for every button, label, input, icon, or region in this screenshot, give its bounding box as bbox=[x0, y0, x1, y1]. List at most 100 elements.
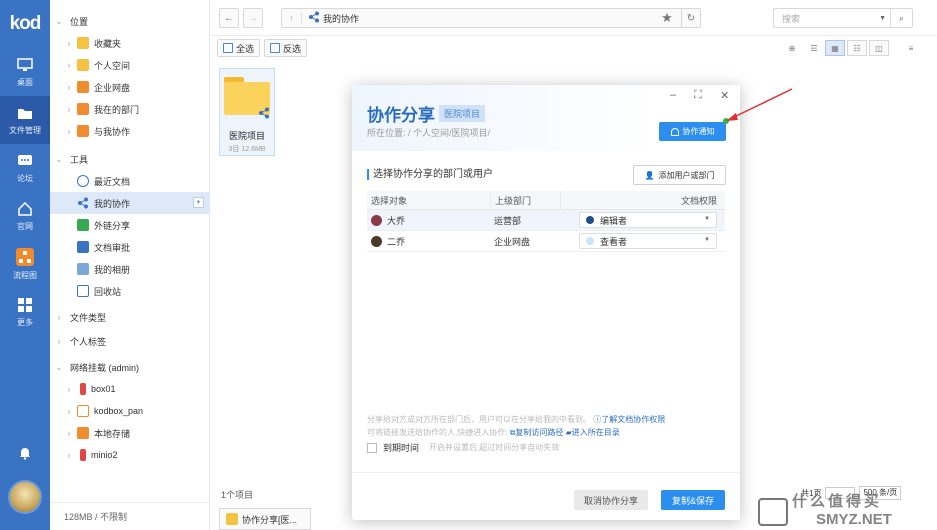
nav-item-file-manager[interactable]: 文件管理 bbox=[0, 96, 50, 144]
permission-select[interactable]: 编辑者 ▼ bbox=[579, 212, 717, 228]
tree-section-label: 网络挂载 (admin) bbox=[70, 362, 140, 373]
tree-section-personal-tags[interactable]: › 个人标签 bbox=[50, 330, 210, 352]
column-header: 上级部门 bbox=[490, 190, 560, 210]
maximize-icon[interactable]: ⛶ bbox=[694, 89, 702, 102]
tree-item-doc-approval[interactable]: 文档审批 bbox=[50, 236, 210, 258]
grid-view-icon[interactable]: ▦ bbox=[825, 40, 845, 56]
breadcrumb[interactable]: 我的协作 bbox=[308, 11, 359, 25]
back-button[interactable]: ← bbox=[219, 8, 239, 28]
search-input[interactable]: 搜索 bbox=[782, 12, 800, 25]
tree-section-tools[interactable]: ⌄ 工具 bbox=[50, 148, 210, 170]
star-icon[interactable]: ★ bbox=[657, 8, 677, 28]
nav-item-desktop[interactable]: 桌面 bbox=[0, 48, 50, 96]
chevron-down-icon[interactable]: ▼ bbox=[193, 197, 204, 208]
chevron-right-icon: › bbox=[67, 428, 71, 438]
address-bar[interactable]: ↑ 我的协作 bbox=[281, 8, 691, 28]
copy-save-button[interactable]: 复制&保存 bbox=[661, 490, 725, 510]
chevron-right-icon: › bbox=[57, 336, 61, 346]
permission-help-link[interactable]: 了解文档协作权限 bbox=[601, 415, 665, 424]
invert-select-button[interactable]: 反选 bbox=[264, 39, 308, 57]
nav-item-flowchart[interactable]: 流程图 bbox=[0, 240, 50, 288]
grid-icon bbox=[17, 297, 33, 313]
folder-icon bbox=[224, 77, 270, 119]
tree-section-label: 个人标签 bbox=[70, 336, 107, 347]
tree-item-label: 我的协作 bbox=[94, 198, 131, 209]
chevron-down-icon[interactable]: ▼ bbox=[879, 15, 886, 22]
share-table: 选择对象 上级部门 文档权限 大乔 运营部 编辑者 ▼ 二乔 企业网盘 查看者 … bbox=[367, 190, 725, 252]
search-box[interactable]: 搜索 ▼ ⌕ bbox=[773, 8, 913, 28]
tree-item-my-collab[interactable]: 我的协作 ▼ bbox=[50, 192, 210, 214]
task-tab[interactable]: 协作分享[医... bbox=[219, 508, 311, 530]
split-view-icon[interactable]: ◫ bbox=[869, 40, 889, 56]
expire-option: 到期时间 开启并设置后,超过时间分享自动失效 bbox=[367, 441, 559, 454]
tree-item-favorites[interactable]: › 收藏夹 bbox=[50, 32, 210, 54]
tree-item-mount-kodbox-pan[interactable]: › kodbox_pan bbox=[50, 400, 210, 422]
tree-item-label: 收藏夹 bbox=[94, 38, 122, 49]
avatar bbox=[371, 214, 382, 226]
tree-section-file-types[interactable]: › 文件类型 bbox=[50, 306, 210, 328]
share-folder-icon bbox=[77, 125, 89, 137]
open-folder-link[interactable]: 进入所在目录 bbox=[572, 428, 620, 437]
tree-item-label: 个人空间 bbox=[94, 60, 131, 71]
watermark-text: 什么值得买 bbox=[792, 493, 883, 510]
tree-item-mount-minio2[interactable]: › minio2 bbox=[50, 444, 210, 466]
nav-item-forum[interactable]: 论坛 bbox=[0, 144, 50, 192]
tree-section-location[interactable]: ⌄ 位置 bbox=[50, 10, 210, 32]
nav-item-more[interactable]: 更多 bbox=[0, 288, 50, 336]
user-name: 二乔 bbox=[387, 236, 406, 247]
user-avatar[interactable] bbox=[8, 480, 42, 514]
select-all-button[interactable]: 全选 bbox=[217, 39, 261, 57]
table-row[interactable]: 大乔 运营部 编辑者 ▼ bbox=[367, 210, 725, 231]
add-user-button[interactable]: 👤 添加用户或部门 bbox=[633, 165, 726, 185]
permission-select[interactable]: 查看者 ▼ bbox=[579, 233, 717, 249]
list-view-icon[interactable]: ☷ bbox=[847, 40, 867, 56]
refresh-button[interactable]: ↻ bbox=[681, 8, 701, 28]
tree-item-mount-box01[interactable]: › box01 bbox=[50, 378, 210, 400]
cancel-share-button[interactable]: 取消协作分享 bbox=[574, 490, 648, 510]
tree-item-personal-space[interactable]: › 个人空间 bbox=[50, 54, 210, 76]
star-folder-icon bbox=[77, 37, 89, 49]
table-row[interactable]: 二乔 企业网盘 查看者 ▼ bbox=[367, 231, 725, 252]
tree-section-label: 文件类型 bbox=[70, 312, 107, 323]
tree-item-recycle-bin[interactable]: 回收站 bbox=[50, 280, 210, 302]
avatar bbox=[371, 235, 382, 247]
bell-icon bbox=[670, 127, 679, 136]
nav-item-website[interactable]: 官网 bbox=[0, 192, 50, 240]
dialog-item-tag: 医院项目 bbox=[439, 105, 486, 122]
tree-item-album[interactable]: 我的相册 bbox=[50, 258, 210, 280]
button-label: 全选 bbox=[236, 43, 255, 54]
tree-item-enterprise-drive[interactable]: › 企业网盘 bbox=[50, 76, 210, 98]
chevron-down-icon: ⌄ bbox=[55, 362, 63, 372]
monitor-icon bbox=[17, 57, 33, 73]
search-icon[interactable]: ⌕ bbox=[890, 9, 912, 27]
home-icon bbox=[17, 201, 33, 217]
copy-path-link[interactable]: 复制访问路径 bbox=[515, 428, 563, 437]
nav-label: 官网 bbox=[17, 221, 33, 231]
tree-item-my-department[interactable]: › 我在的部门 bbox=[50, 98, 210, 120]
minimize-icon[interactable]: – bbox=[670, 89, 676, 101]
tree-item-mount-local[interactable]: › 本地存储 bbox=[50, 422, 210, 444]
collab-notify-button[interactable]: 协作通知 bbox=[659, 122, 726, 141]
task-tab-label: 协作分享[医... bbox=[242, 514, 298, 525]
tree-section-network-mounts[interactable]: ⌄ 网络挂载 (admin) bbox=[50, 356, 210, 378]
chevron-right-icon: › bbox=[57, 312, 61, 322]
item-count: 1个项目 bbox=[221, 490, 254, 500]
zoom-icon[interactable]: ⊕ bbox=[782, 40, 802, 56]
tree-item-shared-with-me[interactable]: › 与我协作 bbox=[50, 120, 210, 142]
dialog-footer: 取消协作分享 复制&保存 bbox=[352, 472, 740, 520]
arrow-up-icon[interactable]: ↑ bbox=[282, 13, 302, 23]
dialog-title: 协作分享 bbox=[367, 106, 435, 125]
expire-checkbox[interactable] bbox=[367, 442, 377, 453]
app-logo[interactable]: kod bbox=[0, 0, 50, 48]
file-item-hospital-project[interactable]: 医院项目 3目 12.6MB bbox=[219, 68, 275, 156]
sort-icon[interactable]: ☰ bbox=[804, 40, 824, 56]
folder-icon bbox=[226, 513, 238, 525]
enterprise-folder-icon bbox=[77, 81, 89, 93]
menu-icon[interactable]: ≡ bbox=[901, 40, 921, 56]
expire-label: 到期时间 bbox=[383, 443, 420, 453]
forward-button[interactable]: → bbox=[243, 8, 263, 28]
tree-item-recent[interactable]: 最近文档 bbox=[50, 170, 210, 192]
bell-icon[interactable] bbox=[18, 446, 32, 460]
tree-item-external-link[interactable]: 外链分享 bbox=[50, 214, 210, 236]
user-dept: 企业网盘 bbox=[494, 236, 531, 247]
